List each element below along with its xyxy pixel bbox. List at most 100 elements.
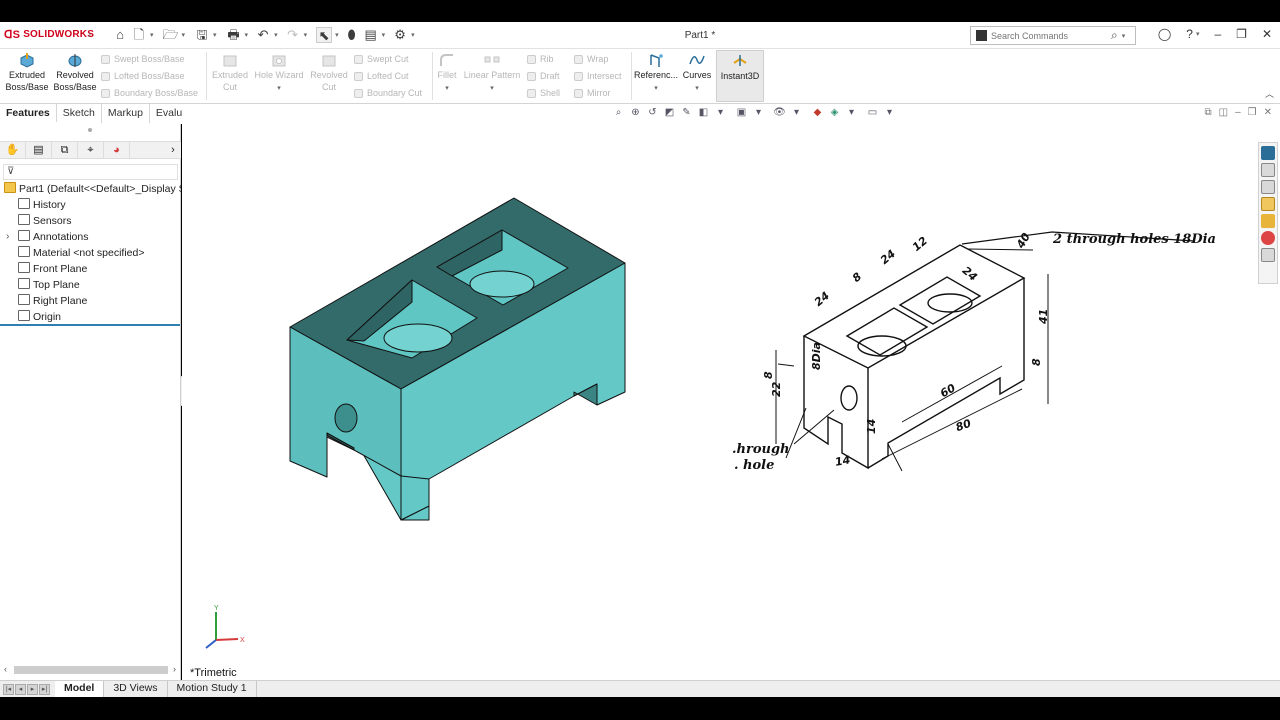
search-icon[interactable]: ⌕: [1111, 28, 1118, 43]
last-tab-icon[interactable]: ▸|: [39, 683, 50, 695]
chevron-down-icon[interactable]: ▾: [252, 83, 306, 95]
configuration-manager-tab-icon[interactable]: ⧉: [52, 142, 78, 158]
linear-pattern-button[interactable]: Linear Pattern ▾: [462, 52, 522, 95]
open-folder-icon[interactable]: 🗁: [163, 27, 179, 43]
tree-filter[interactable]: ⊽: [3, 164, 178, 180]
file-explorer-icon[interactable]: [1261, 197, 1275, 211]
chevron-down-icon[interactable]: ▾: [274, 31, 278, 39]
tree-item-history[interactable]: History: [0, 197, 181, 213]
search-commands-box[interactable]: ⌕ ▾: [970, 26, 1136, 45]
chevron-down-icon[interactable]: ▾: [245, 31, 249, 39]
panel-grip[interactable]: [88, 128, 92, 132]
extruded-boss-button[interactable]: Extruded Boss/Base: [4, 52, 50, 93]
undo-icon[interactable]: ↶: [255, 27, 271, 43]
expand-arrow-icon[interactable]: ›: [6, 229, 9, 245]
file-properties-icon[interactable]: ▤: [363, 27, 379, 43]
solidworks-logo[interactable]: ᗡS SOLIDWORKS: [4, 28, 94, 41]
lofted-cut-button[interactable]: Lofted Cut: [354, 68, 409, 84]
chevron-down-icon[interactable]: ▾: [1122, 32, 1126, 40]
draft-button[interactable]: Draft: [527, 68, 560, 84]
options-gear-icon[interactable]: ⚙: [392, 27, 408, 43]
chevron-down-icon[interactable]: ▾: [382, 31, 386, 39]
mirror-button[interactable]: Mirror: [574, 85, 611, 101]
tab-markup[interactable]: Markup: [102, 104, 150, 123]
restore-icon[interactable]: ❐: [1236, 27, 1247, 41]
home-tab-icon[interactable]: [1261, 163, 1275, 177]
chevron-down-icon[interactable]: ▾: [680, 83, 714, 95]
user-account-icon[interactable]: ◯: [1158, 27, 1171, 41]
reference-geometry-button[interactable]: Referenc... ▾: [634, 52, 678, 95]
chevron-down-icon[interactable]: ▾: [182, 31, 186, 39]
scroll-thumb[interactable]: [14, 666, 168, 674]
intersect-button[interactable]: Intersect: [574, 68, 622, 84]
solidworks-resources-icon[interactable]: [1261, 146, 1275, 160]
boundary-boss-button[interactable]: Boundary Boss/Base: [101, 85, 198, 101]
chevron-down-icon[interactable]: ▾: [304, 31, 308, 39]
save-icon[interactable]: 🖫: [194, 27, 210, 43]
curves-button[interactable]: Curves ▾: [680, 52, 714, 95]
swept-boss-button[interactable]: Swept Boss/Base: [101, 51, 185, 67]
horizontal-scrollbar[interactable]: ‹ ›: [2, 664, 178, 676]
tree-item-front-plane[interactable]: Front Plane: [0, 261, 181, 277]
redo-icon[interactable]: ↷: [285, 27, 301, 43]
first-tab-icon[interactable]: |◂: [3, 683, 14, 695]
hole-wizard-button[interactable]: Hole Wizard ▾: [252, 52, 306, 95]
collapse-ribbon-icon[interactable]: ︿: [1265, 87, 1274, 100]
fillet-button[interactable]: Fillet ▾: [434, 52, 460, 95]
expand-tabs-icon[interactable]: ›: [165, 142, 181, 158]
revolved-boss-button[interactable]: Revolved Boss/Base: [52, 52, 98, 93]
rollback-bar[interactable]: [0, 324, 180, 326]
appearances-icon[interactable]: [1261, 231, 1275, 245]
tab-features[interactable]: Features: [0, 104, 57, 123]
view-palette-icon[interactable]: [1261, 214, 1275, 228]
feature-manager-tab-icon[interactable]: ✋: [0, 142, 26, 158]
swept-cut-button[interactable]: Swept Cut: [354, 51, 409, 67]
select-pointer-icon[interactable]: ⬉: [316, 27, 333, 43]
3d-model-block[interactable]: [289, 197, 626, 521]
rib-button[interactable]: Rib: [527, 51, 554, 67]
property-manager-tab-icon[interactable]: ▤: [26, 142, 52, 158]
dimxpert-manager-tab-icon[interactable]: ⌖: [78, 142, 104, 158]
bottom-tab-3d-views[interactable]: 3D Views: [104, 681, 168, 697]
tree-root-part[interactable]: Part1 (Default<<Default>_Display S: [0, 181, 181, 197]
chevron-down-icon[interactable]: ▾: [411, 31, 415, 39]
bottom-tab-model[interactable]: Model: [55, 681, 105, 697]
lofted-boss-button[interactable]: Lofted Boss/Base: [101, 68, 185, 84]
scroll-right-icon[interactable]: ›: [173, 664, 176, 674]
revolved-cut-button[interactable]: Revolved Cut: [308, 52, 350, 93]
instant3d-button[interactable]: Instant3D: [716, 50, 764, 102]
tree-item-material-not-specified-[interactable]: Material <not specified>: [0, 245, 181, 261]
shell-button[interactable]: Shell: [527, 85, 560, 101]
wrap-button[interactable]: Wrap: [574, 51, 608, 67]
chevron-down-icon[interactable]: ▾: [1196, 30, 1200, 38]
tab-sketch[interactable]: Sketch: [57, 104, 102, 123]
chevron-down-icon[interactable]: ▾: [634, 83, 678, 95]
search-input[interactable]: [991, 30, 1109, 41]
new-document-icon[interactable]: 🗋: [131, 27, 147, 43]
help-icon[interactable]: ?: [1186, 27, 1193, 41]
bottom-tab-motion-study-1[interactable]: Motion Study 1: [168, 681, 257, 697]
tree-item-sensors[interactable]: Sensors: [0, 213, 181, 229]
menu-expand-icon[interactable]: ›: [88, 29, 91, 39]
close-icon[interactable]: ✕: [1262, 27, 1272, 41]
minimize-icon[interactable]: –: [1214, 27, 1221, 41]
display-manager-tab-icon[interactable]: ◕: [104, 142, 130, 158]
design-library-icon[interactable]: [1261, 180, 1275, 194]
home-icon[interactable]: ⌂: [112, 27, 128, 43]
chevron-down-icon[interactable]: ▾: [434, 83, 460, 95]
tree-item-right-plane[interactable]: Right Plane: [0, 293, 181, 309]
chevron-down-icon[interactable]: ▾: [335, 31, 339, 39]
tree-item-annotations[interactable]: › Annotations: [0, 229, 181, 245]
extruded-cut-button[interactable]: Extruded Cut: [208, 52, 252, 93]
chevron-down-icon[interactable]: ▾: [462, 83, 522, 95]
boundary-cut-button[interactable]: Boundary Cut: [354, 85, 422, 101]
tree-item-top-plane[interactable]: Top Plane: [0, 277, 181, 293]
next-tab-icon[interactable]: ▸: [27, 683, 38, 695]
chevron-down-icon[interactable]: ▾: [213, 31, 217, 39]
rebuild-icon[interactable]: ⬮: [344, 27, 360, 43]
graphics-area[interactable]: ⌕ ⊕ ↺ ◩ ✎ ◧ ▾ ▣ ▾ 👁 ▾ ◆ ◈ ▾ ▭ ▾ ⧉ ◫ – ❐ ✕: [182, 104, 1280, 680]
scroll-left-icon[interactable]: ‹: [4, 664, 7, 674]
tree-item-origin[interactable]: Origin: [0, 309, 181, 325]
custom-properties-icon[interactable]: [1261, 248, 1275, 262]
prev-tab-icon[interactable]: ◂: [15, 683, 26, 695]
